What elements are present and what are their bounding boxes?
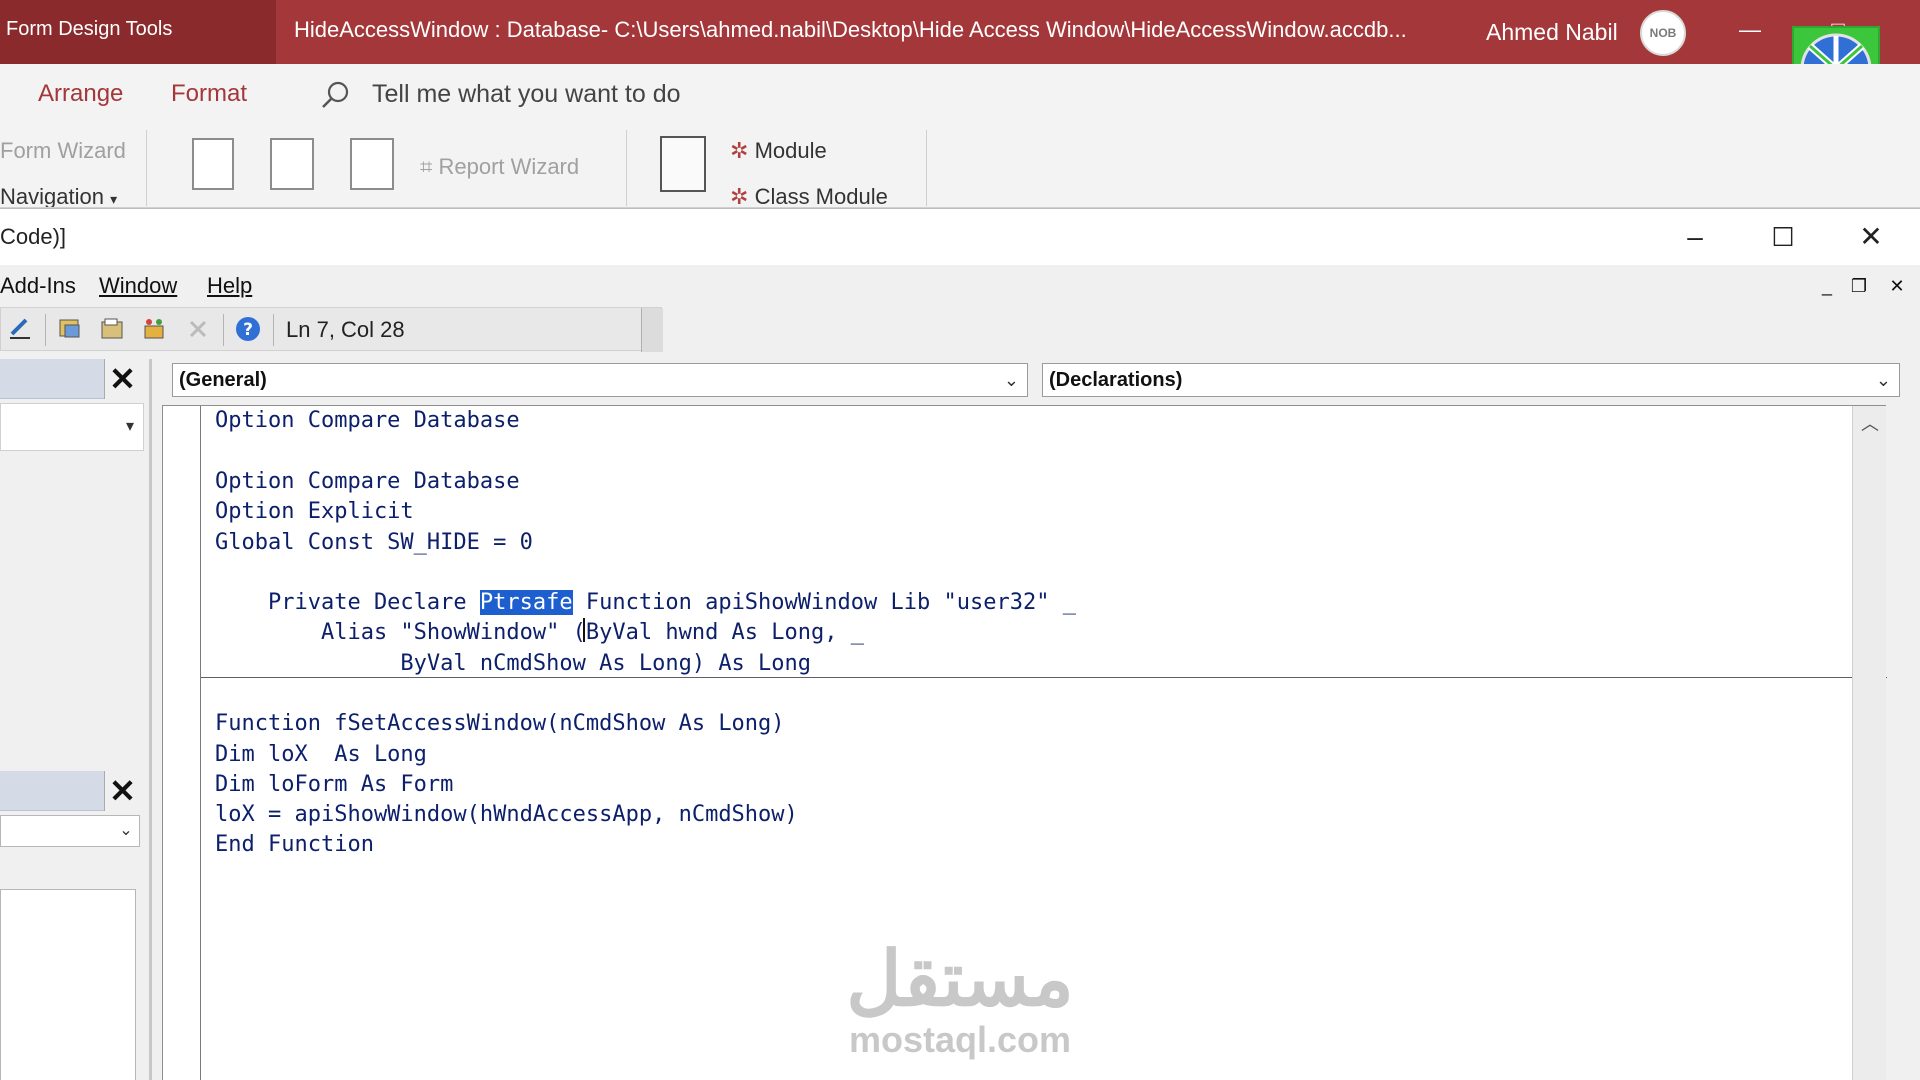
- vbe-maximize-button[interactable]: ☐: [1750, 209, 1816, 265]
- navigation-dropdown[interactable]: Navigation ▾: [0, 184, 118, 208]
- code-line[interactable]: End Function: [215, 830, 374, 860]
- properties-window-icon[interactable]: [99, 316, 125, 342]
- vbe-toolbar: ? Ln 7, Col 28: [0, 307, 663, 352]
- report-wizard-button[interactable]: ⌗ Report Wizard: [420, 154, 579, 180]
- report-icon[interactable]: [192, 138, 234, 190]
- code-text-segment: Private Declare: [215, 590, 480, 615]
- toolbar-separator: [273, 314, 274, 346]
- toolbar-separator: [45, 314, 46, 346]
- toolbox-icon: [189, 320, 207, 338]
- toolbar-separator: [223, 314, 224, 346]
- code-line[interactable]: loX = apiShowWindow(hWndAccessApp, nCmdS…: [215, 800, 798, 830]
- code-line[interactable]: ByVal nCmdShow As Long) As Long: [215, 649, 811, 679]
- navigation-label: Navigation: [0, 184, 104, 208]
- selected-text[interactable]: Ptrsafe: [479, 590, 573, 615]
- left-docked-panes: ✕ ▾ ✕ ⌄: [0, 359, 152, 1080]
- watermark: مستقل mostaql.com: [830, 940, 1090, 1060]
- module-icon: ✲: [730, 138, 749, 163]
- mdi-minimize-button[interactable]: _: [1812, 265, 1842, 307]
- properties-object-combo[interactable]: ⌄: [0, 815, 140, 847]
- macro-icon[interactable]: [660, 136, 706, 192]
- ribbon-tab-bar: Arrange Format Tell me what you want to …: [0, 64, 1920, 124]
- chevron-down-icon: ⌄: [119, 822, 133, 839]
- code-line[interactable]: Dim loForm As Form: [215, 770, 453, 800]
- project-explorer-icon[interactable]: [57, 316, 83, 342]
- report-wizard-icon: ⌗: [420, 154, 433, 179]
- procedure-combo[interactable]: (Declarations) ⌄: [1042, 363, 1900, 397]
- properties-grid[interactable]: [0, 889, 136, 1080]
- ribbon-separator: [146, 130, 147, 206]
- project-pane-header: ✕: [0, 359, 140, 399]
- procedure-separator: [201, 677, 1887, 678]
- mdi-restore-button[interactable]: ❐: [1844, 265, 1874, 307]
- mdi-close-button[interactable]: ✕: [1882, 265, 1912, 307]
- menu-addins[interactable]: Add-Ins: [0, 265, 76, 307]
- code-line[interactable]: Global Const SW_HIDE = 0: [215, 528, 533, 558]
- chevron-down-icon: ⌄: [1003, 370, 1019, 390]
- ribbon-separator: [626, 130, 627, 206]
- code-text[interactable]: Option Compare Database Option Compare D…: [215, 406, 1076, 857]
- object-browser-icon[interactable]: [141, 316, 167, 342]
- project-tree-toolbar: ▾: [0, 403, 144, 451]
- tell-me-input[interactable]: Tell me what you want to do: [372, 64, 681, 124]
- vbe-menu-bar: Add-Ins Window Help _ ❐ ✕: [0, 265, 1920, 307]
- vbe-close-button[interactable]: ✕: [1838, 209, 1904, 265]
- scroll-up-icon[interactable]: ︿: [1853, 410, 1887, 438]
- access-minimize-button[interactable]: —: [1722, 6, 1778, 54]
- ribbon-body: Form Wizard Navigation ▾ ⌗ Report Wizard…: [0, 124, 1920, 208]
- margin-indicator-bar[interactable]: [163, 406, 201, 1080]
- chevron-down-icon[interactable]: ▾: [121, 418, 139, 436]
- code-line[interactable]: Option Compare Database: [215, 467, 520, 497]
- properties-pane-header: ✕: [0, 771, 140, 811]
- vbe-minimize-button[interactable]: –: [1662, 209, 1728, 265]
- code-line[interactable]: Option Explicit: [215, 497, 414, 527]
- chevron-down-icon: ▾: [110, 191, 118, 207]
- avatar[interactable]: NOB: [1640, 10, 1686, 56]
- vertical-scrollbar[interactable]: ︿: [1852, 406, 1886, 1080]
- search-icon: [322, 81, 349, 108]
- code-line[interactable]: Option Compare Database: [215, 406, 520, 436]
- watermark-arabic: مستقل: [846, 937, 1074, 1022]
- code-line[interactable]: Private Declare Ptrsafe Function apiShow…: [215, 588, 1076, 618]
- report-design-icon[interactable]: [270, 138, 314, 190]
- report-wizard-label: Report Wizard: [438, 154, 580, 179]
- menu-help[interactable]: Help: [207, 265, 252, 307]
- blank-report-icon[interactable]: [350, 138, 394, 190]
- code-line[interactable]: Function fSetAccessWindow(nCmdShow As Lo…: [215, 709, 785, 739]
- tab-format[interactable]: Format: [171, 64, 247, 124]
- access-title-bar: Form Design Tools HideAccessWindow : Dat…: [0, 0, 1920, 64]
- form-wizard-button[interactable]: Form Wizard: [0, 138, 126, 164]
- vbe-window-title: Code)]: [0, 224, 67, 249]
- svg-text:?: ?: [243, 320, 253, 340]
- procedure-combo-value: (Declarations): [1049, 369, 1183, 391]
- object-combo-value: (General): [179, 369, 267, 391]
- cursor-position-status: Ln 7, Col 28: [286, 317, 405, 342]
- class-module-icon: ✲: [730, 184, 749, 208]
- chevron-down-icon: ⌄: [1875, 370, 1891, 390]
- user-name[interactable]: Ahmed Nabil: [1486, 0, 1618, 64]
- access-window-title: HideAccessWindow : Database- C:\Users\ah…: [294, 17, 1407, 42]
- module-label: Module: [754, 138, 827, 163]
- code-line[interactable]: Dim loX As Long: [215, 740, 427, 770]
- tab-arrange[interactable]: Arrange: [38, 64, 123, 124]
- project-tree[interactable]: [0, 457, 144, 747]
- module-button[interactable]: ✲ Module: [730, 138, 827, 164]
- vbe-title-bar: Code)] – ☐ ✕: [0, 209, 1920, 265]
- code-text-segment: Function apiShowWindow Lib "user32" _: [572, 590, 1076, 615]
- toolbar-options-handle[interactable]: [641, 308, 663, 352]
- code-line[interactable]: Alias "ShowWindow" (ByVal hwnd As Long, …: [215, 618, 864, 648]
- object-combo[interactable]: (General) ⌄: [172, 363, 1028, 397]
- close-icon[interactable]: ✕: [104, 359, 140, 399]
- class-module-label: Class Module: [754, 184, 888, 208]
- design-mode-icon[interactable]: [7, 316, 33, 342]
- help-icon[interactable]: ?: [235, 316, 261, 342]
- close-icon[interactable]: ✕: [104, 771, 140, 811]
- class-module-button[interactable]: ✲ Class Module: [730, 184, 888, 208]
- watermark-latin: mostaql.com: [848, 1019, 1072, 1060]
- form-design-tools-label: Form Design Tools: [0, 0, 276, 64]
- text-cursor-icon: [583, 618, 585, 642]
- menu-window[interactable]: Window: [99, 265, 177, 307]
- ribbon-separator: [926, 130, 927, 206]
